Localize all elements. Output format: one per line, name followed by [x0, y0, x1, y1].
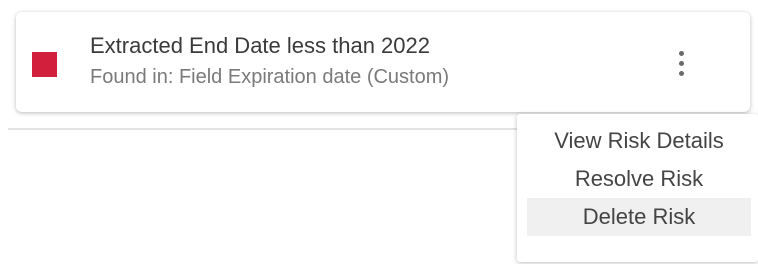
- vertical-ellipsis-icon: [678, 60, 684, 66]
- risk-title: Extracted End Date less than 2022: [90, 33, 430, 58]
- menu-item-delete-risk[interactable]: Delete Risk: [527, 198, 751, 236]
- vertical-ellipsis-icon: [678, 50, 684, 56]
- risk-context-menu: View Risk Details Resolve Risk Delete Ri…: [517, 114, 758, 262]
- risk-panel: Extracted End Date less than 2022 Found …: [0, 0, 758, 264]
- more-options-button[interactable]: [664, 42, 698, 84]
- menu-item-view-risk-details[interactable]: View Risk Details: [527, 122, 751, 160]
- menu-item-resolve-risk[interactable]: Resolve Risk: [527, 160, 751, 198]
- risk-card[interactable]: Extracted End Date less than 2022 Found …: [16, 12, 750, 112]
- severity-indicator: [32, 52, 57, 77]
- vertical-ellipsis-icon: [678, 70, 684, 76]
- risk-location: Found in: Field Expiration date (Custom): [90, 66, 450, 88]
